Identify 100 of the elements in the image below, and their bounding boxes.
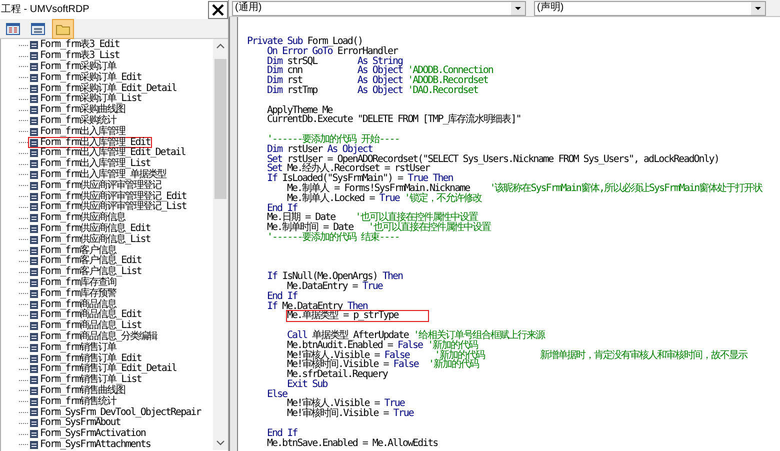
code-line: Exit Sub	[287, 380, 328, 390]
tree-item[interactable]: Form_frm销售订单_Edit	[28, 353, 144, 364]
tree-item[interactable]: Form_frm库存查询	[28, 278, 118, 288]
form-icon	[30, 332, 38, 341]
form-icon	[30, 268, 38, 276]
form-icon	[30, 149, 38, 158]
code-line: Me!审核时间.Visible = False '新加的代码	[287, 360, 478, 370]
form-icon	[30, 236, 38, 244]
tree-item[interactable]: Form_frm客户信息	[28, 245, 118, 256]
tree-item[interactable]: Form_frm出入库管理_Edit_Detail	[28, 148, 188, 159]
form-icon	[30, 300, 38, 309]
tree-item[interactable]: Form_frm出入库管理_Edit	[28, 137, 152, 148]
folder-icon	[56, 22, 70, 34]
form-icon	[30, 106, 38, 114]
form-icon	[30, 160, 38, 168]
form-icon	[30, 62, 38, 71]
tree-item[interactable]: Form_frm出入库管理	[28, 126, 128, 138]
tree-item[interactable]: Form_frm供应商评审管理登记	[28, 180, 164, 192]
tree-item[interactable]: Form_frm采购订单_Edit_Detail	[28, 83, 178, 94]
code-line: Dim cnn As Object 'ADODB.Connection	[267, 66, 493, 76]
form-icon	[30, 41, 38, 50]
procedure-dropdown[interactable]: (声明)	[534, 0, 766, 16]
form-icon	[30, 290, 38, 298]
form-icon	[30, 311, 38, 320]
tree-item[interactable]: Form_frm采购统计	[28, 116, 118, 126]
tree-item[interactable]: Form_frm客户信息_Edit	[28, 256, 144, 267]
code-line: End If	[267, 204, 298, 214]
code-line: Me.DataEntry = True	[287, 282, 382, 292]
tree-item[interactable]: Form_frm出入库管理_单据类型	[28, 170, 168, 180]
tree-item[interactable]: Form_frm销售统计	[28, 396, 118, 408]
form-icon	[30, 116, 38, 125]
form-icon	[30, 52, 38, 60]
code-line: ApplyTheme Me	[267, 106, 332, 116]
tree-item[interactable]: Form_frm采购曲线图	[28, 104, 128, 116]
code-line: Me.制单时间 = Date '也可以直接在控件属性中设置	[267, 223, 490, 233]
tree-item[interactable]: Form_frm出入库管理_List	[28, 158, 152, 170]
form-icon	[30, 386, 38, 395]
form-icon	[30, 365, 38, 374]
code-line: Set Me.经办人.Recordset = rstUser	[267, 164, 430, 174]
tree-item[interactable]: Form_frm商品信息_分类编辑	[28, 332, 160, 342]
form-icon	[30, 224, 38, 233]
code-line: Dim strSQL As String	[267, 56, 403, 66]
code-line: If IsLoaded("SysFrmMain") = True Then	[267, 174, 453, 184]
code-line: Me.制单人 = Forms!SysFrmMain.Nickname '该昵称在SysFrmMain窗体,所以必须让SysFrmMain窗体处于打开状	[287, 184, 762, 194]
form-icon	[30, 430, 38, 438]
tree-item[interactable]: Form_frm商品信息_Edit	[28, 310, 144, 321]
tree-item[interactable]: Form_frm供应商信息	[28, 212, 128, 224]
tree-item[interactable]: Form_SysFrmActivation	[28, 428, 148, 440]
code-line: '------要添加的代码 开始----	[267, 134, 400, 145]
tree-item[interactable]: Form_frm销售订单_Edit_Detail	[28, 364, 178, 375]
form-icon	[30, 278, 38, 287]
form-icon	[30, 419, 38, 428]
tree-item[interactable]: Form_frm供应商信息_List	[28, 234, 152, 246]
form-icon	[30, 322, 38, 330]
form-icon	[30, 74, 38, 82]
tree-item[interactable]: Form_SysFrmAttachments	[28, 439, 152, 450]
tree-item[interactable]: Form_frm商品信息_List	[28, 320, 144, 332]
tree-item[interactable]: Form_frm客户信息_List	[28, 266, 144, 278]
code-line: On Error GoTo ErrorHandler	[267, 46, 398, 57]
code-line: Call 单据类型_AfterUpdate '给相关订单号组合框赋上行来源	[287, 330, 544, 341]
code-line: Set rstUser = OpenADORecordset("SELECT Sys_Users.Nickname FROM Sys_Users", adLockReadOnly)	[267, 154, 719, 164]
tree-item[interactable]: Form_frm供应商评审管理登记_List	[28, 202, 188, 213]
object-dropdown[interactable]: (通用)	[232, 0, 526, 16]
tree-item[interactable]: Form_SysFrm_DevTool_ObjectRepair	[28, 407, 203, 418]
code-line: CurrentDb.Execute "DELETE FROM [TMP_库存流水明细表]"	[267, 115, 521, 126]
tree-item[interactable]: Form_frm销售订单_List	[28, 374, 144, 386]
code-line: Me.btnSave.Enabled = Me.AllowEdits	[267, 438, 438, 448]
close-button[interactable]	[208, 0, 228, 18]
code-line: If IsNull(Me.OpenArgs) Then	[267, 272, 403, 282]
tree-item[interactable]: Form_frm采购订单_Edit	[28, 72, 144, 84]
tree-item[interactable]: Form_frm采购订单_List	[28, 94, 144, 105]
code-line: Me.btnAudit.Enabled = False '新加的代码	[287, 340, 478, 350]
tree-item[interactable]: Form_frm供应商评审管理登记_Edit	[28, 191, 188, 202]
form-icon	[30, 398, 38, 406]
tree-item[interactable]: Form_frm库存预警	[28, 288, 118, 300]
code-line: '------要添加的代码 结束----	[267, 232, 400, 243]
code-line: Me.sfrDetail.Requery	[287, 370, 388, 380]
tree-item[interactable]: Form_frm表3_Edit	[28, 40, 122, 51]
form-icon	[30, 128, 38, 136]
form-icon	[30, 440, 38, 449]
form-icon	[30, 376, 38, 384]
tree-item[interactable]: Form_SysFrmAbout	[28, 418, 122, 429]
code-line: If Me.DataEntry Then	[267, 302, 368, 312]
toolbar-button[interactable]	[52, 18, 74, 38]
tree-item[interactable]: Form_frm表3_List	[28, 50, 122, 62]
tree-item[interactable]: Form_frm销售曲线图	[28, 386, 128, 396]
code-line: Dim rstTmp As Object 'DAO.Recordset	[267, 86, 478, 96]
code-line: Me.制单人.Locked = True '锁定，不允许修改	[287, 194, 482, 204]
form-icon	[30, 182, 38, 190]
tree-item[interactable]: Form_frm销售订单	[28, 342, 118, 354]
code-line: Private Sub Form_Load()	[247, 37, 362, 47]
form-icon	[30, 170, 38, 179]
panel-title: 工程 - UMVsoftRDP	[1, 4, 90, 14]
tree-item[interactable]: Form_frm采购订单	[28, 62, 118, 72]
tree-item[interactable]: Form_frm商品信息	[28, 299, 118, 310]
form-icon	[30, 138, 38, 147]
form-icon	[30, 214, 38, 222]
form-icon	[30, 354, 38, 362]
tree-item[interactable]: Form_frm供应商信息_Edit	[28, 224, 152, 234]
code-view-icon	[6, 22, 20, 34]
